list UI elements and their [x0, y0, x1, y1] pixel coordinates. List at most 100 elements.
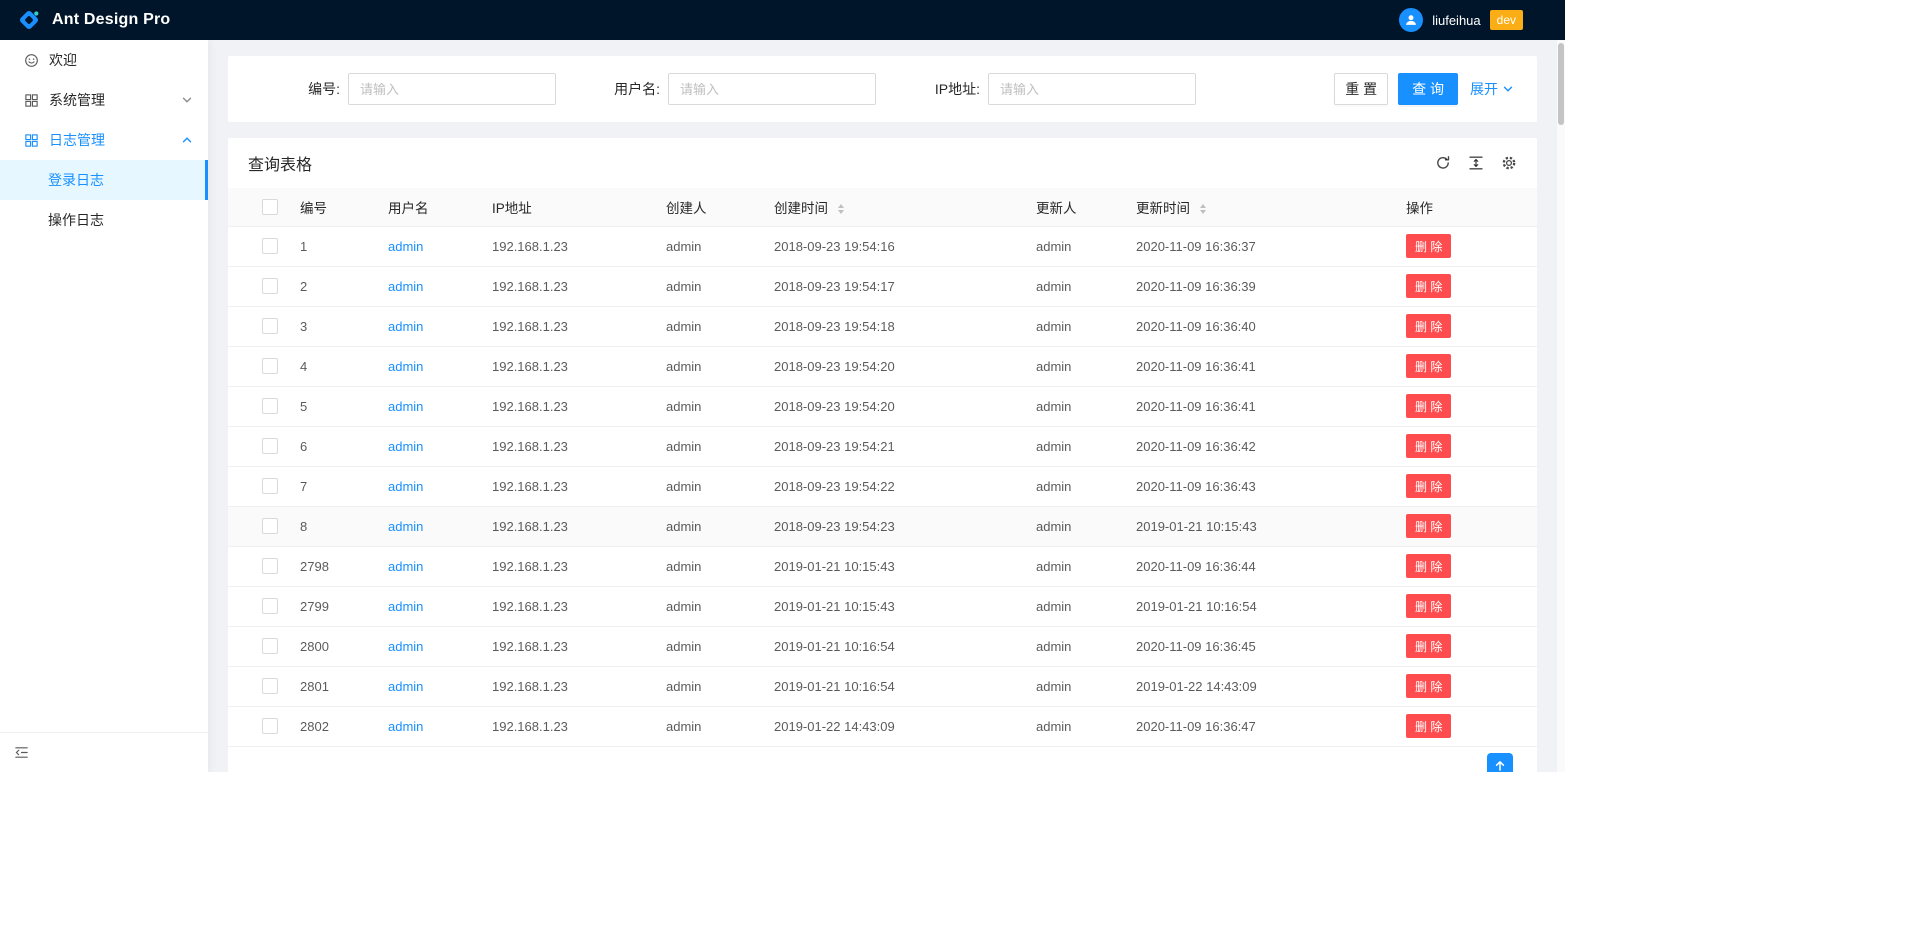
- scrollbar[interactable]: [1557, 40, 1565, 772]
- cell-id: 2: [290, 266, 378, 306]
- username[interactable]: liufeihua: [1432, 13, 1480, 28]
- id-input[interactable]: [348, 73, 556, 105]
- cell-creator: admin: [656, 346, 764, 386]
- username-link[interactable]: admin: [388, 559, 423, 574]
- col-header-updated-time[interactable]: 更新时间: [1126, 188, 1396, 226]
- ip-input[interactable]: [988, 73, 1196, 105]
- col-header-creator: 创建人: [656, 188, 764, 226]
- row-checkbox[interactable]: [262, 718, 278, 734]
- username-link[interactable]: admin: [388, 359, 423, 374]
- cell-updated-time: 2020-11-09 16:36:37: [1126, 226, 1396, 266]
- username-link[interactable]: admin: [388, 639, 423, 654]
- sidebar-item-log-management[interactable]: 日志管理: [0, 120, 208, 160]
- cell-created-time: 2019-01-21 10:16:54: [764, 626, 1026, 666]
- cell-updater: admin: [1026, 426, 1126, 466]
- id-field-label: 编号:: [252, 79, 348, 99]
- sidebar-item-welcome[interactable]: 欢迎: [0, 40, 208, 80]
- sidebar-item-label: 系统管理: [49, 90, 105, 110]
- username-link[interactable]: admin: [388, 279, 423, 294]
- username-link[interactable]: admin: [388, 719, 423, 734]
- username-link[interactable]: admin: [388, 519, 423, 534]
- sidebar-item-operation-log[interactable]: 操作日志: [0, 200, 208, 240]
- cell-updated-time: 2019-01-21 10:16:54: [1126, 586, 1396, 626]
- cell-updated-time: 2020-11-09 16:36:43: [1126, 466, 1396, 506]
- table-header-row: 编号 用户名 IP地址 创建人 创建时间 更新人 更新时间: [228, 188, 1537, 226]
- cell-created-time: 2019-01-21 10:16:54: [764, 666, 1026, 706]
- select-all-checkbox[interactable]: [262, 199, 278, 215]
- username-link[interactable]: admin: [388, 399, 423, 414]
- reset-button[interactable]: 重 置: [1334, 73, 1388, 105]
- cell-ip: 192.168.1.23: [482, 506, 656, 546]
- sidebar-item-label: 欢迎: [49, 50, 77, 70]
- username-link[interactable]: admin: [388, 599, 423, 614]
- expand-label: 展开: [1470, 79, 1498, 99]
- expand-link[interactable]: 展开: [1470, 79, 1513, 99]
- table-toolbar: 查询表格: [228, 138, 1537, 188]
- sorter-icon: [1200, 204, 1206, 214]
- cell-updated-time: 2020-11-09 16:36:42: [1126, 426, 1396, 466]
- delete-button[interactable]: 删 除: [1406, 354, 1451, 378]
- ip-field-label: IP地址:: [892, 79, 988, 99]
- delete-button[interactable]: 删 除: [1406, 674, 1451, 698]
- cell-updated-time: 2020-11-09 16:36:44: [1126, 546, 1396, 586]
- back-top-button[interactable]: [1487, 753, 1513, 772]
- row-checkbox[interactable]: [262, 558, 278, 574]
- cell-ip: 192.168.1.23: [482, 706, 656, 746]
- user-icon: [1404, 13, 1418, 27]
- delete-button[interactable]: 删 除: [1406, 514, 1451, 538]
- delete-button[interactable]: 删 除: [1406, 634, 1451, 658]
- sidebar-item-label: 日志管理: [49, 130, 105, 150]
- delete-button[interactable]: 删 除: [1406, 594, 1451, 618]
- cell-updater: admin: [1026, 466, 1126, 506]
- arrow-up-icon: [1494, 760, 1506, 772]
- cell-created-time: 2018-09-23 19:54:20: [764, 346, 1026, 386]
- username-link[interactable]: admin: [388, 479, 423, 494]
- row-checkbox[interactable]: [262, 638, 278, 654]
- delete-button[interactable]: 删 除: [1406, 234, 1451, 258]
- username-input[interactable]: [668, 73, 876, 105]
- density-icon[interactable]: [1468, 155, 1484, 171]
- username-link[interactable]: admin: [388, 679, 423, 694]
- cell-creator: admin: [656, 626, 764, 666]
- avatar[interactable]: [1399, 8, 1423, 32]
- cell-created-time: 2019-01-21 10:15:43: [764, 586, 1026, 626]
- row-checkbox[interactable]: [262, 278, 278, 294]
- appstore-icon: [24, 93, 39, 108]
- delete-button[interactable]: 删 除: [1406, 474, 1451, 498]
- row-checkbox[interactable]: [262, 518, 278, 534]
- table-row: 6 admin 192.168.1.23 admin 2018-09-23 19…: [228, 426, 1537, 466]
- reload-icon[interactable]: [1435, 155, 1451, 171]
- app-logo[interactable]: Ant Design Pro: [16, 7, 170, 33]
- search-button[interactable]: 查 询: [1398, 73, 1458, 105]
- username-link[interactable]: admin: [388, 439, 423, 454]
- setting-icon[interactable]: [1501, 155, 1517, 171]
- scrollbar-thumb[interactable]: [1558, 43, 1564, 125]
- delete-button[interactable]: 删 除: [1406, 394, 1451, 418]
- row-checkbox[interactable]: [262, 438, 278, 454]
- data-table: 编号 用户名 IP地址 创建人 创建时间 更新人 更新时间: [228, 188, 1537, 747]
- cell-id: 7: [290, 466, 378, 506]
- delete-button[interactable]: 删 除: [1406, 434, 1451, 458]
- username-link[interactable]: admin: [388, 239, 423, 254]
- delete-button[interactable]: 删 除: [1406, 554, 1451, 578]
- app-window: Ant Design Pro liufeihua dev: [0, 0, 1565, 772]
- row-checkbox[interactable]: [262, 238, 278, 254]
- sidebar-item-login-log[interactable]: 登录日志: [0, 160, 208, 200]
- row-checkbox[interactable]: [262, 358, 278, 374]
- delete-button[interactable]: 删 除: [1406, 274, 1451, 298]
- sidebar-item-label: 操作日志: [48, 210, 104, 230]
- cell-creator: admin: [656, 466, 764, 506]
- row-checkbox[interactable]: [262, 398, 278, 414]
- row-checkbox[interactable]: [262, 598, 278, 614]
- username-link[interactable]: admin: [388, 319, 423, 334]
- row-checkbox[interactable]: [262, 318, 278, 334]
- row-checkbox[interactable]: [262, 478, 278, 494]
- sidebar-item-system-management[interactable]: 系统管理: [0, 80, 208, 120]
- delete-button[interactable]: 删 除: [1406, 714, 1451, 738]
- delete-button[interactable]: 删 除: [1406, 314, 1451, 338]
- row-checkbox[interactable]: [262, 678, 278, 694]
- cell-id: 6: [290, 426, 378, 466]
- sidebar-collapse-trigger[interactable]: [0, 732, 208, 772]
- col-header-created-time[interactable]: 创建时间: [764, 188, 1026, 226]
- col-header-id: 编号: [290, 188, 378, 226]
